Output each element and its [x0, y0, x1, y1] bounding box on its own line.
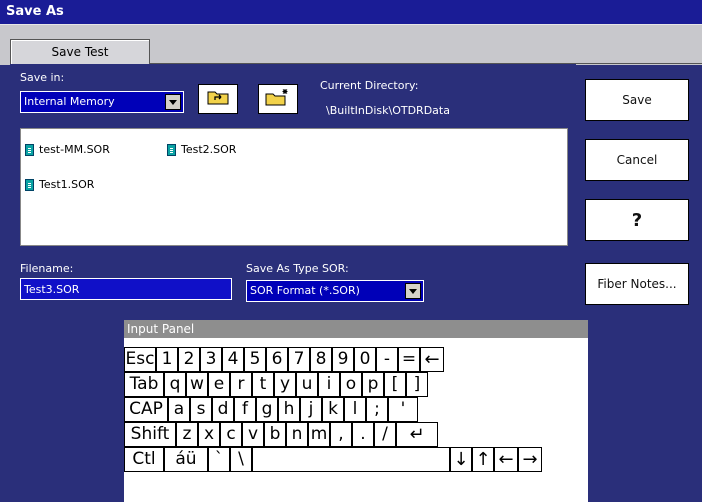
key-0[interactable]: 0 [354, 347, 376, 372]
list-item[interactable]: Test2.SOR [167, 143, 236, 156]
key-a[interactable]: a [168, 397, 190, 422]
key-arrow-right[interactable]: → [518, 447, 542, 472]
list-item[interactable]: test-MM.SOR [25, 143, 110, 156]
help-button[interactable]: ? [585, 199, 689, 241]
key-m[interactable]: m [308, 422, 330, 447]
key-g[interactable]: g [256, 397, 278, 422]
key-apostrophe[interactable]: ' [388, 397, 418, 422]
key-4[interactable]: 4 [222, 347, 244, 372]
key-period[interactable]: . [352, 422, 374, 447]
save-as-type-value: SOR Format (*.SOR) [250, 284, 360, 297]
current-directory-label: Current Directory: [320, 79, 419, 92]
key-intl[interactable]: áü [164, 447, 208, 472]
window-title: Save As [6, 4, 64, 19]
tab-save-test[interactable]: Save Test [10, 39, 150, 65]
key-k[interactable]: k [322, 397, 344, 422]
key-backslash[interactable]: \ [230, 447, 252, 472]
key-i[interactable]: i [318, 372, 340, 397]
key-e[interactable]: e [208, 372, 230, 397]
key-r[interactable]: r [230, 372, 252, 397]
key-y[interactable]: y [274, 372, 296, 397]
save-in-dropdown[interactable]: Internal Memory [20, 91, 184, 113]
key-equals[interactable]: = [398, 347, 420, 372]
key-x[interactable]: x [198, 422, 220, 447]
chevron-down-icon[interactable] [405, 283, 421, 299]
key-z[interactable]: z [176, 422, 198, 447]
key-backspace[interactable]: ← [420, 347, 444, 372]
key-ctrl[interactable]: Ctl [124, 447, 164, 472]
key-caps[interactable]: CAP [124, 397, 168, 422]
key-3[interactable]: 3 [200, 347, 222, 372]
new-folder-icon [265, 88, 291, 110]
sor-file-icon [25, 178, 34, 191]
key-s[interactable]: s [190, 397, 212, 422]
sor-file-icon [25, 143, 34, 156]
key-esc[interactable]: Esc [124, 347, 156, 372]
key-u[interactable]: u [296, 372, 318, 397]
on-screen-keyboard: Esc 1 2 3 4 5 6 7 8 9 0 - = ← Tab q w e … [124, 338, 588, 502]
key-9[interactable]: 9 [332, 347, 354, 372]
key-t[interactable]: t [252, 372, 274, 397]
input-panel-title: Input Panel [124, 320, 588, 338]
key-o[interactable]: o [340, 372, 362, 397]
key-arrow-down[interactable]: ↓ [450, 447, 472, 472]
key-minus[interactable]: - [376, 347, 398, 372]
key-v[interactable]: v [242, 422, 264, 447]
key-d[interactable]: d [212, 397, 234, 422]
sor-file-icon [167, 143, 176, 156]
key-enter[interactable]: ↵ [396, 422, 438, 447]
new-folder-button[interactable] [258, 84, 298, 114]
key-8[interactable]: 8 [310, 347, 332, 372]
filename-label: Filename: [20, 262, 74, 275]
key-6[interactable]: 6 [266, 347, 288, 372]
key-slash[interactable]: / [374, 422, 396, 447]
current-directory-path: \BuiltInDisk\OTDRData [326, 104, 450, 117]
key-7[interactable]: 7 [288, 347, 310, 372]
file-list[interactable]: test-MM.SOR Test2.SOR Test1.SOR [20, 128, 568, 246]
fiber-notes-button[interactable]: Fiber Notes... [585, 263, 689, 305]
key-tab[interactable]: Tab [124, 372, 164, 397]
key-comma[interactable]: , [330, 422, 352, 447]
key-1[interactable]: 1 [156, 347, 178, 372]
key-arrow-left[interactable]: ← [494, 447, 518, 472]
key-q[interactable]: q [164, 372, 186, 397]
up-folder-icon [207, 89, 229, 109]
save-in-label: Save in: [20, 71, 65, 84]
up-folder-button[interactable] [198, 84, 238, 114]
key-n[interactable]: n [286, 422, 308, 447]
key-c[interactable]: c [220, 422, 242, 447]
key-j[interactable]: j [300, 397, 322, 422]
key-shift[interactable]: Shift [124, 422, 176, 447]
save-button[interactable]: Save [585, 79, 689, 121]
key-2[interactable]: 2 [178, 347, 200, 372]
key-semicolon[interactable]: ; [366, 397, 388, 422]
key-f[interactable]: f [234, 397, 256, 422]
key-backtick[interactable]: ` [208, 447, 230, 472]
tab-strip: Save Test [0, 24, 702, 65]
key-right-bracket[interactable]: ] [406, 372, 428, 397]
save-in-value: Internal Memory [24, 95, 115, 108]
key-5[interactable]: 5 [244, 347, 266, 372]
chevron-down-icon[interactable] [165, 94, 181, 110]
key-space[interactable] [252, 447, 450, 472]
key-p[interactable]: p [362, 372, 384, 397]
list-item[interactable]: Test1.SOR [25, 178, 94, 191]
cancel-button[interactable]: Cancel [585, 139, 689, 181]
title-bar: Save As [0, 0, 702, 24]
key-l[interactable]: l [344, 397, 366, 422]
key-h[interactable]: h [278, 397, 300, 422]
save-as-type-dropdown[interactable]: SOR Format (*.SOR) [246, 280, 424, 302]
key-w[interactable]: w [186, 372, 208, 397]
save-as-type-label: Save As Type SOR: [246, 262, 349, 275]
filename-input[interactable]: Test3.SOR [20, 278, 232, 300]
key-b[interactable]: b [264, 422, 286, 447]
key-left-bracket[interactable]: [ [384, 372, 406, 397]
key-arrow-up[interactable]: ↑ [472, 447, 494, 472]
